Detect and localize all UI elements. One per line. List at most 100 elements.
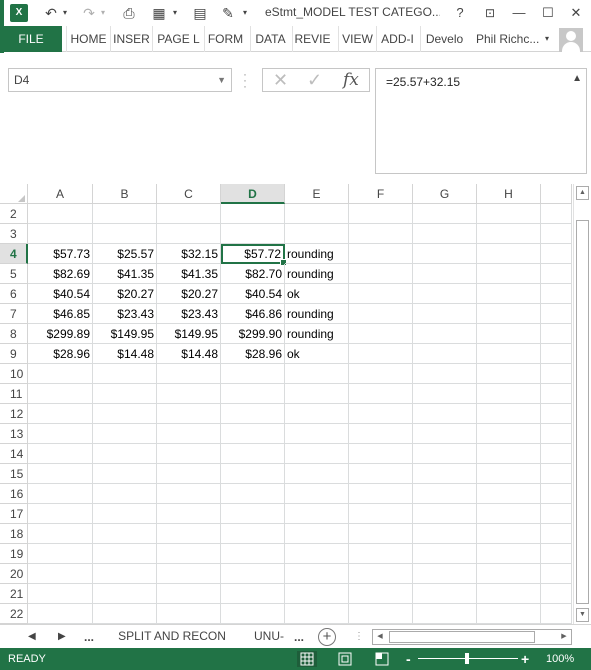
cell-h7[interactable] [477,304,541,324]
tab-formulas[interactable]: FORM [204,26,246,52]
cell-c7[interactable]: $23.43 [157,304,221,324]
cell-b4[interactable]: $25.57 [93,244,157,264]
cell-d9[interactable]: $28.96 [221,344,285,364]
row-header-17[interactable]: 17 [0,504,28,524]
cell-i14[interactable] [541,444,572,464]
zoom-slider-thumb[interactable] [465,653,469,664]
cell-a9[interactable]: $28.96 [28,344,93,364]
cell-f15[interactable] [349,464,413,484]
cell-g15[interactable] [413,464,477,484]
row-header-18[interactable]: 18 [0,524,28,544]
cell-h11[interactable] [477,384,541,404]
column-header-d[interactable]: D [221,184,285,204]
cell-h3[interactable] [477,224,541,244]
cell-b7[interactable]: $23.43 [93,304,157,324]
cell-h18[interactable] [477,524,541,544]
cell-e17[interactable] [285,504,349,524]
cell-h6[interactable] [477,284,541,304]
cell-e13[interactable] [285,424,349,444]
cell-c22[interactable] [157,604,221,624]
row-header-4[interactable]: 4 [0,244,28,264]
cell-h5[interactable] [477,264,541,284]
cell-g19[interactable] [413,544,477,564]
scroll-left-icon[interactable]: ◀ [373,630,387,644]
cell-b14[interactable] [93,444,157,464]
row-header-5[interactable]: 5 [0,264,28,284]
cell-e2[interactable] [285,204,349,224]
cell-a3[interactable] [28,224,93,244]
redo-icon[interactable]: ↷ [80,3,98,23]
cell-i16[interactable] [541,484,572,504]
cell-f13[interactable] [349,424,413,444]
cell-a22[interactable] [28,604,93,624]
cell-b9[interactable]: $14.48 [93,344,157,364]
cell-i5[interactable] [541,264,572,284]
cell-i9[interactable] [541,344,572,364]
cell-c9[interactable]: $14.48 [157,344,221,364]
cell-b20[interactable] [93,564,157,584]
cell-g4[interactable] [413,244,477,264]
cell-d20[interactable] [221,564,285,584]
page-break-preview-icon[interactable] [372,651,392,667]
formula-bar-grip-icon[interactable]: · · · [243,68,247,92]
cell-g20[interactable] [413,564,477,584]
cell-d21[interactable] [221,584,285,604]
vertical-scroll-thumb[interactable] [576,220,589,604]
cell-c15[interactable] [157,464,221,484]
cell-f17[interactable] [349,504,413,524]
row-header-8[interactable]: 8 [0,324,28,344]
cell-g7[interactable] [413,304,477,324]
collapse-formula-bar-icon[interactable]: ▲ [572,73,582,84]
ribbon-display-options-icon[interactable]: ⊡ [478,2,502,24]
horizontal-scroll-thumb[interactable] [389,631,535,643]
insert-function-icon[interactable]: fx [343,70,359,90]
cell-i22[interactable] [541,604,572,624]
name-box[interactable]: D4 ▼ [8,68,232,92]
select-all-button[interactable] [0,184,28,204]
cell-b8[interactable]: $149.95 [93,324,157,344]
row-header-16[interactable]: 16 [0,484,28,504]
row-header-20[interactable]: 20 [0,564,28,584]
cell-a10[interactable] [28,364,93,384]
cell-g5[interactable] [413,264,477,284]
cell-h10[interactable] [477,364,541,384]
row-header-2[interactable]: 2 [0,204,28,224]
user-dropdown-icon[interactable]: ▾ [542,29,552,49]
cell-g17[interactable] [413,504,477,524]
more-sheets-right-button[interactable]: ... [294,628,304,646]
cell-d16[interactable] [221,484,285,504]
cell-b10[interactable] [93,364,157,384]
cell-b18[interactable] [93,524,157,544]
row-header-15[interactable]: 15 [0,464,28,484]
customize-qat-icon[interactable]: ▾ [240,3,250,23]
cell-a13[interactable] [28,424,93,444]
cell-a12[interactable] [28,404,93,424]
cell-d5[interactable]: $82.70 [221,264,285,284]
normal-view-icon[interactable] [297,651,317,667]
zoom-in-button[interactable]: + [521,648,529,670]
cell-b19[interactable] [93,544,157,564]
column-header-b[interactable]: B [93,184,157,204]
tab-file[interactable]: FILE [0,26,62,52]
cell-c5[interactable]: $41.35 [157,264,221,284]
cell-d7[interactable]: $46.86 [221,304,285,324]
cell-e10[interactable] [285,364,349,384]
cell-a18[interactable] [28,524,93,544]
cell-c20[interactable] [157,564,221,584]
cell-d2[interactable] [221,204,285,224]
help-button[interactable]: ? [448,2,472,24]
cell-d14[interactable] [221,444,285,464]
cell-i12[interactable] [541,404,572,424]
cell-b15[interactable] [93,464,157,484]
cell-f16[interactable] [349,484,413,504]
cell-a16[interactable] [28,484,93,504]
cell-h8[interactable] [477,324,541,344]
cell-e11[interactable] [285,384,349,404]
column-header-e[interactable]: E [285,184,349,204]
row-header-10[interactable]: 10 [0,364,28,384]
cell-g22[interactable] [413,604,477,624]
cell-g3[interactable] [413,224,477,244]
worksheet-grid[interactable]: ABCDEFGH 2 3 4 $57.73 $25.57 $32.15 $57.72 roun… [0,184,591,624]
cell-f19[interactable] [349,544,413,564]
zoom-level[interactable]: 100% [546,648,574,670]
